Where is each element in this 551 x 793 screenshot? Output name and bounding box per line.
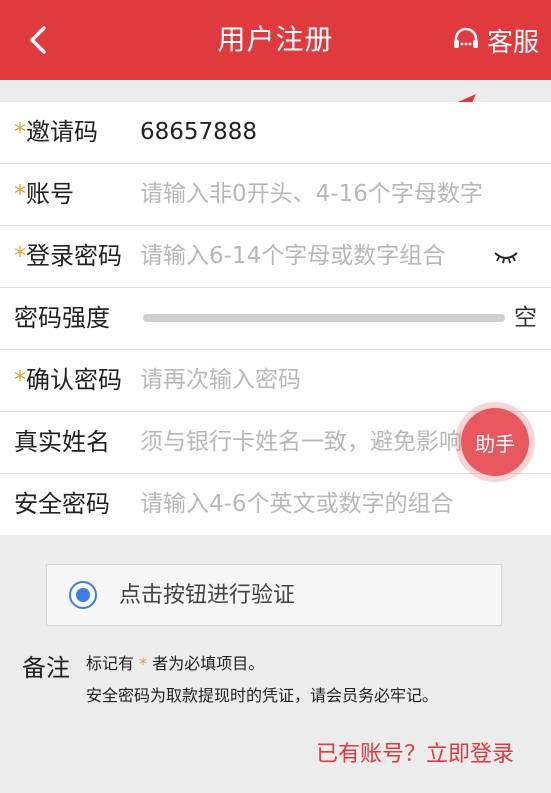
password-strength-label: 密码强度 — [14, 304, 110, 332]
invite-code-input[interactable]: 68657888 — [140, 102, 257, 163]
confirm-password-label: *确认密码 — [14, 366, 122, 394]
password-row[interactable]: *登录密码 请输入6-14个字母或数字组合 — [0, 226, 551, 288]
real-name-input[interactable]: 须与银行卡姓名一致，避免影响 — [140, 412, 471, 473]
safe-password-label: 安全密码 — [14, 490, 110, 518]
note-line-2: 安全密码为取款提现时的凭证，请会员务必牢记。 — [86, 686, 439, 705]
note-label: 备注 — [22, 654, 70, 682]
customer-service-button[interactable]: 客服 — [451, 20, 539, 60]
confirm-password-input[interactable]: 请再次输入密码 — [140, 350, 541, 411]
safe-password-row[interactable]: 安全密码 请输入4-6个英文或数字的组合 — [0, 474, 551, 535]
confirm-password-row[interactable]: *确认密码 请再次输入密码 — [0, 350, 551, 412]
login-link[interactable]: 已有账号？立即登录 — [316, 736, 514, 768]
verify-radio-icon[interactable] — [69, 581, 97, 609]
eye-closed-icon[interactable] — [492, 248, 520, 266]
required-mark: * — [14, 366, 26, 394]
real-name-label: 真实姓名 — [14, 428, 110, 456]
note-line-1: 标记有 * 者为必填项目。 — [86, 654, 265, 673]
verify-label: 点击按钮进行验证 — [119, 583, 296, 608]
invite-code-label: *邀请码 — [14, 118, 98, 146]
headset-icon — [453, 27, 478, 48]
password-label: *登录密码 — [14, 242, 122, 270]
verify-button[interactable]: 点击按钮进行验证 — [46, 564, 502, 626]
password-input[interactable]: 请输入6-14个字母或数字组合 — [140, 226, 481, 287]
password-strength-bar — [143, 314, 505, 322]
account-label: *账号 — [14, 180, 74, 208]
safe-password-input[interactable]: 请输入4-6个英文或数字的组合 — [140, 474, 541, 535]
required-mark: * — [14, 118, 26, 146]
account-input[interactable]: 请输入非0开头、4-16个字母数字 — [140, 164, 541, 225]
invite-code-row[interactable]: *邀请码 68657888 — [0, 102, 551, 164]
required-mark: * — [14, 242, 26, 270]
app-header: 用户注册 客服 — [0, 0, 551, 80]
customer-service-label: 客服 — [486, 27, 539, 58]
account-row[interactable]: *账号 请输入非0开头、4-16个字母数字 — [0, 164, 551, 226]
password-strength-value: 空 — [514, 305, 537, 331]
assistant-float-button[interactable]: 助手 — [461, 408, 529, 476]
required-mark: * — [14, 180, 26, 208]
